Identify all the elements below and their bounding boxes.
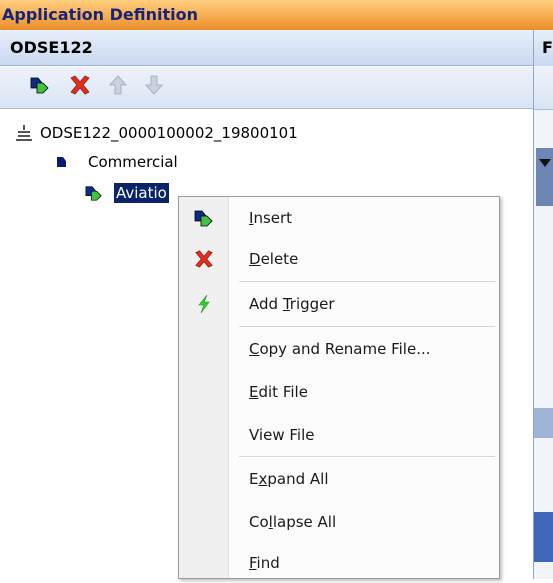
menu-item-collapse-all[interactable]: Collapse All bbox=[179, 502, 499, 542]
app-title: Application Definition bbox=[2, 5, 199, 24]
root-node-icon bbox=[16, 124, 34, 142]
lightning-icon bbox=[179, 284, 229, 324]
adjacent-block bbox=[534, 408, 553, 438]
move-up-button[interactable] bbox=[106, 75, 130, 99]
menu-item-add-trigger[interactable]: Add Trigger bbox=[179, 284, 499, 324]
context-menu: Insert Delete Add Trigger Copy and Renam… bbox=[178, 196, 500, 579]
insert-node-icon bbox=[29, 75, 51, 99]
chevron-down-icon bbox=[538, 154, 552, 173]
menu-item-label: Edit File bbox=[249, 383, 308, 401]
tree-node-label-selected: Aviatio bbox=[114, 183, 169, 203]
insert-node-icon bbox=[179, 198, 229, 238]
panel-header: ODSE122 bbox=[0, 30, 533, 66]
menu-item-label: Add Trigger bbox=[249, 295, 335, 313]
insert-node-icon bbox=[84, 184, 104, 202]
menu-item-insert[interactable]: Insert bbox=[179, 198, 499, 238]
menu-item-label: Collapse All bbox=[249, 513, 337, 531]
adjacent-panel: F bbox=[533, 30, 553, 579]
move-down-button[interactable] bbox=[142, 75, 166, 99]
menu-separator bbox=[239, 281, 495, 283]
menu-item-label: Delete bbox=[249, 250, 299, 268]
tree-node-aviation[interactable]: Aviatio bbox=[84, 181, 169, 205]
tree-node-root[interactable]: ODSE122_0000100002_19800101 bbox=[16, 121, 298, 145]
insert-button[interactable] bbox=[28, 75, 52, 99]
tree-node-label: Commercial bbox=[88, 153, 178, 171]
menu-item-view-file[interactable]: View File bbox=[179, 415, 499, 455]
app-title-bar: Application Definition bbox=[0, 0, 553, 30]
menu-separator bbox=[239, 456, 495, 458]
menu-item-copy-rename-file[interactable]: Copy and Rename File... bbox=[179, 329, 499, 369]
menu-item-label: Expand All bbox=[249, 470, 329, 488]
tree-node-label: ODSE122_0000100002_19800101 bbox=[40, 124, 298, 142]
tree-node-commercial[interactable]: Commercial bbox=[56, 150, 178, 174]
menu-item-delete[interactable]: Delete bbox=[179, 239, 499, 279]
panel-title: ODSE122 bbox=[10, 38, 93, 57]
delete-button[interactable] bbox=[68, 75, 92, 99]
menu-item-find[interactable]: Find bbox=[179, 543, 499, 583]
menu-item-label: View File bbox=[249, 426, 315, 444]
menu-separator bbox=[239, 326, 495, 328]
menu-item-label: Copy and Rename File... bbox=[249, 340, 431, 358]
menu-item-edit-file[interactable]: Edit File bbox=[179, 372, 499, 412]
adjacent-block-dark bbox=[534, 512, 553, 562]
tree-toolbar bbox=[0, 67, 533, 109]
menu-item-label: Insert bbox=[249, 209, 293, 227]
delete-x-icon bbox=[179, 239, 229, 279]
arrow-down-icon bbox=[144, 74, 164, 100]
menu-item-label: Find bbox=[249, 554, 280, 572]
adjacent-dropdown[interactable] bbox=[536, 148, 553, 206]
delete-x-icon bbox=[68, 74, 92, 100]
adjacent-toolbar bbox=[534, 67, 553, 110]
folder-node-icon bbox=[56, 154, 70, 170]
adjacent-panel-header: F bbox=[534, 30, 553, 66]
arrow-up-icon bbox=[108, 74, 128, 100]
menu-item-expand-all[interactable]: Expand All bbox=[179, 459, 499, 499]
